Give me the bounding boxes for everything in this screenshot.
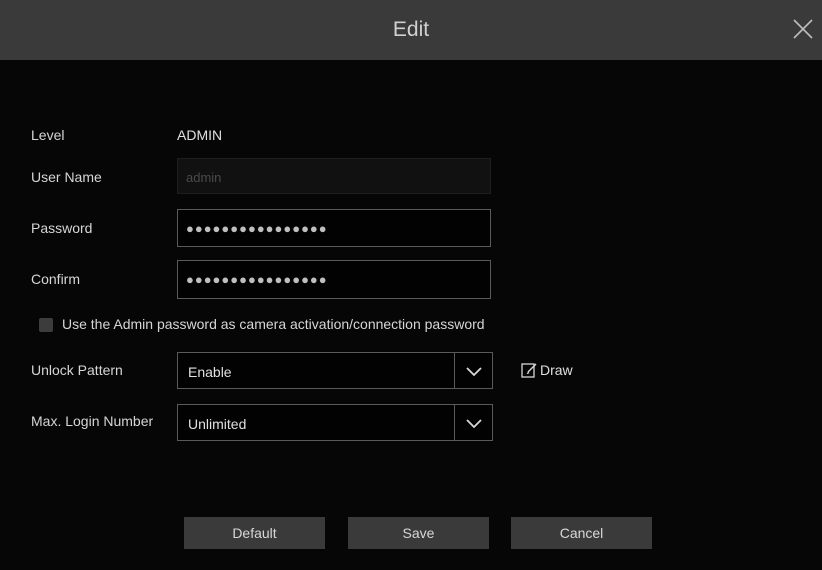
close-icon	[793, 19, 813, 39]
close-button[interactable]	[790, 16, 816, 42]
draw-label: Draw	[540, 362, 573, 378]
dialog-title: Edit	[392, 18, 430, 41]
cancel-button[interactable]: Cancel	[511, 517, 652, 549]
level-label: Level	[31, 127, 65, 143]
unlock-pattern-select[interactable]: Enable	[177, 352, 493, 389]
default-button[interactable]: Default	[184, 517, 325, 549]
edit-icon	[521, 363, 537, 378]
password-value: ●●●●●●●●●●●●●●●●	[186, 221, 328, 236]
draw-button[interactable]: Draw	[520, 361, 573, 379]
admin-password-checkbox-label: Use the Admin password as camera activat…	[62, 316, 485, 332]
max-login-value: Unlimited	[188, 416, 247, 432]
edit-user-dialog: Edit Level ADMIN User Name admin Passwor…	[0, 0, 822, 570]
max-login-select[interactable]: Unlimited	[177, 404, 493, 441]
select-divider	[454, 405, 455, 440]
admin-password-checkbox[interactable]	[39, 318, 53, 332]
level-value: ADMIN	[177, 127, 223, 143]
chevron-down-icon	[466, 419, 482, 429]
password-field[interactable]: ●●●●●●●●●●●●●●●●	[177, 209, 491, 247]
username-field[interactable]: admin	[177, 158, 491, 194]
chevron-down-icon	[466, 367, 482, 377]
max-login-label: Max. Login Number	[31, 413, 154, 429]
username-placeholder: admin	[186, 170, 222, 185]
password-label: Password	[31, 220, 93, 236]
confirm-password-field[interactable]: ●●●●●●●●●●●●●●●●	[177, 260, 491, 299]
confirm-label: Confirm	[31, 271, 81, 287]
confirm-value: ●●●●●●●●●●●●●●●●	[186, 272, 328, 287]
title-bar: Edit	[0, 0, 822, 60]
unlock-pattern-label: Unlock Pattern	[31, 362, 123, 378]
select-divider	[454, 353, 455, 388]
username-label: User Name	[31, 169, 102, 185]
save-button[interactable]: Save	[348, 517, 489, 549]
unlock-pattern-value: Enable	[188, 364, 232, 380]
